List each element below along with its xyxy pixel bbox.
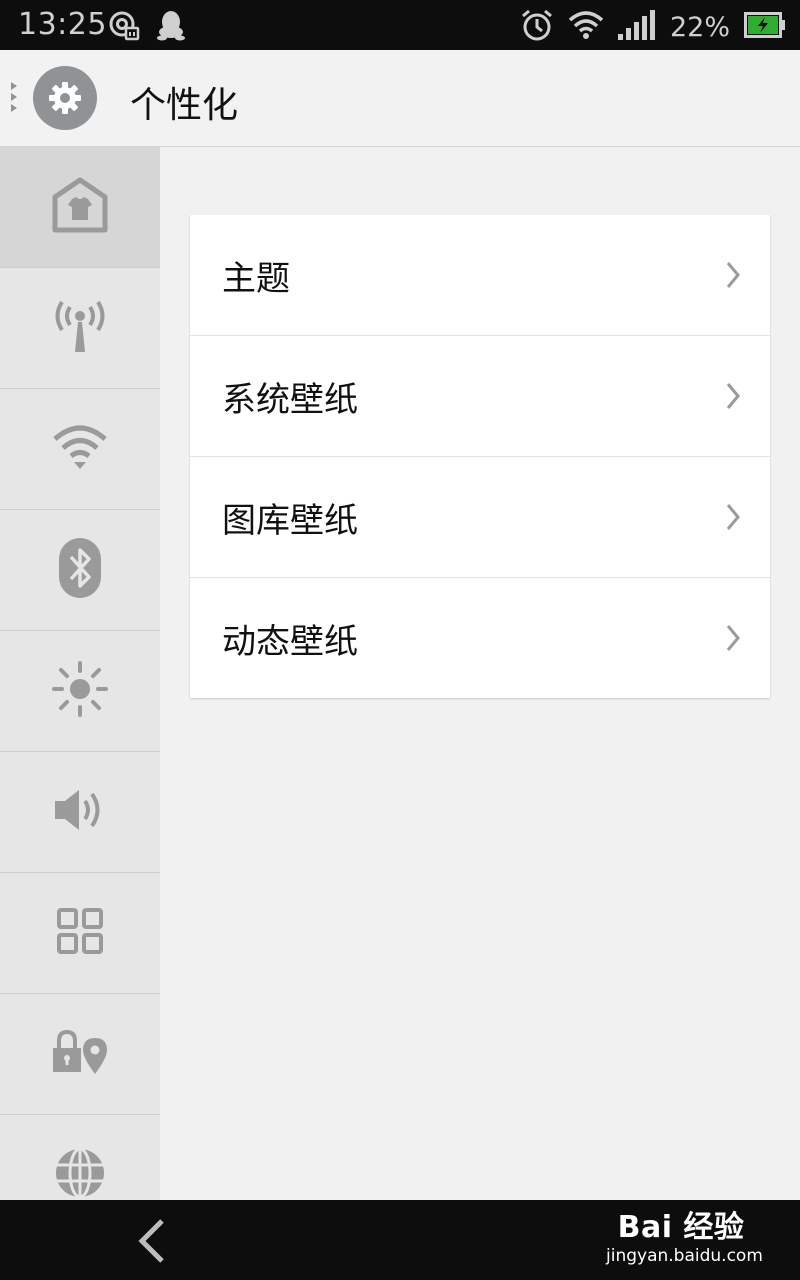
menu-item-system-wallpaper[interactable]: 系统壁纸 — [190, 336, 770, 457]
sidebar-item-sound[interactable] — [0, 752, 160, 873]
baidu-jingyan-watermark: Bai 经验 jingyan.baidu.com — [606, 1202, 763, 1266]
wifi-icon — [52, 423, 108, 475]
navigation-bar: Bai 经验 jingyan.baidu.com — [0, 1200, 800, 1280]
sidebar-item-apps[interactable] — [0, 873, 160, 994]
battery-charging-icon — [744, 12, 786, 42]
content-area: 主题 系统壁纸 图库壁纸 动态壁纸 — [160, 147, 800, 1200]
sidebar — [0, 147, 160, 1200]
sidebar-item-security-location[interactable] — [0, 994, 160, 1115]
menu-item-label: 图库壁纸 — [222, 500, 358, 541]
back-arrow-icon[interactable] — [136, 1218, 168, 1268]
chevron-right-icon — [726, 503, 740, 535]
menu-item-label: 动态壁纸 — [222, 621, 358, 662]
theme-house-icon — [52, 177, 108, 237]
status-bar: 13:25 22% — [0, 0, 800, 50]
hotspot-antenna-icon — [52, 298, 108, 358]
globe-icon — [53, 1146, 107, 1200]
menu-item-gallery-wallpaper[interactable]: 图库壁纸 — [190, 457, 770, 578]
bluetooth-icon — [58, 537, 102, 603]
status-right-icons: 22% — [520, 8, 786, 46]
menu-item-live-wallpaper[interactable]: 动态壁纸 — [190, 578, 770, 698]
chevron-right-icon — [726, 624, 740, 656]
status-time: 13:25 — [18, 7, 107, 42]
brightness-icon — [51, 660, 109, 722]
gear-icon — [33, 66, 97, 130]
watermark-brand: Bai 经验 — [617, 1210, 745, 1245]
chevron-right-icon — [726, 382, 740, 414]
qq-icon — [156, 9, 186, 45]
battery-percent: 22% — [669, 11, 730, 43]
volume-icon — [53, 787, 107, 837]
sidebar-item-personalization[interactable] — [0, 147, 160, 268]
chevron-right-icon — [726, 261, 740, 293]
signal-icon — [617, 10, 656, 44]
data-saver-icon — [108, 9, 140, 45]
sidebar-item-hotspot[interactable] — [0, 268, 160, 389]
sidebar-item-language[interactable] — [0, 1115, 160, 1200]
alarm-icon — [520, 8, 554, 46]
screen: 13:25 22% 个性化 主题 系统壁纸 图库壁纸 动态壁纸 Bai 经验 j… — [0, 0, 800, 1280]
drawer-handle-icon[interactable] — [10, 80, 20, 120]
sidebar-item-bluetooth[interactable] — [0, 510, 160, 631]
personalization-menu: 主题 系统壁纸 图库壁纸 动态壁纸 — [190, 215, 770, 698]
sidebar-item-brightness[interactable] — [0, 631, 160, 752]
menu-item-theme[interactable]: 主题 — [190, 215, 770, 336]
menu-item-label: 主题 — [222, 258, 290, 299]
wifi-icon — [568, 10, 604, 44]
header: 个性化 — [0, 50, 800, 147]
lock-location-icon — [50, 1028, 110, 1080]
menu-item-label: 系统壁纸 — [222, 379, 358, 420]
page-title: 个性化 — [130, 85, 239, 126]
watermark-url: jingyan.baidu.com — [606, 1246, 763, 1266]
apps-grid-icon — [56, 907, 104, 959]
sidebar-item-wifi[interactable] — [0, 389, 160, 510]
status-left-icons — [108, 9, 186, 45]
